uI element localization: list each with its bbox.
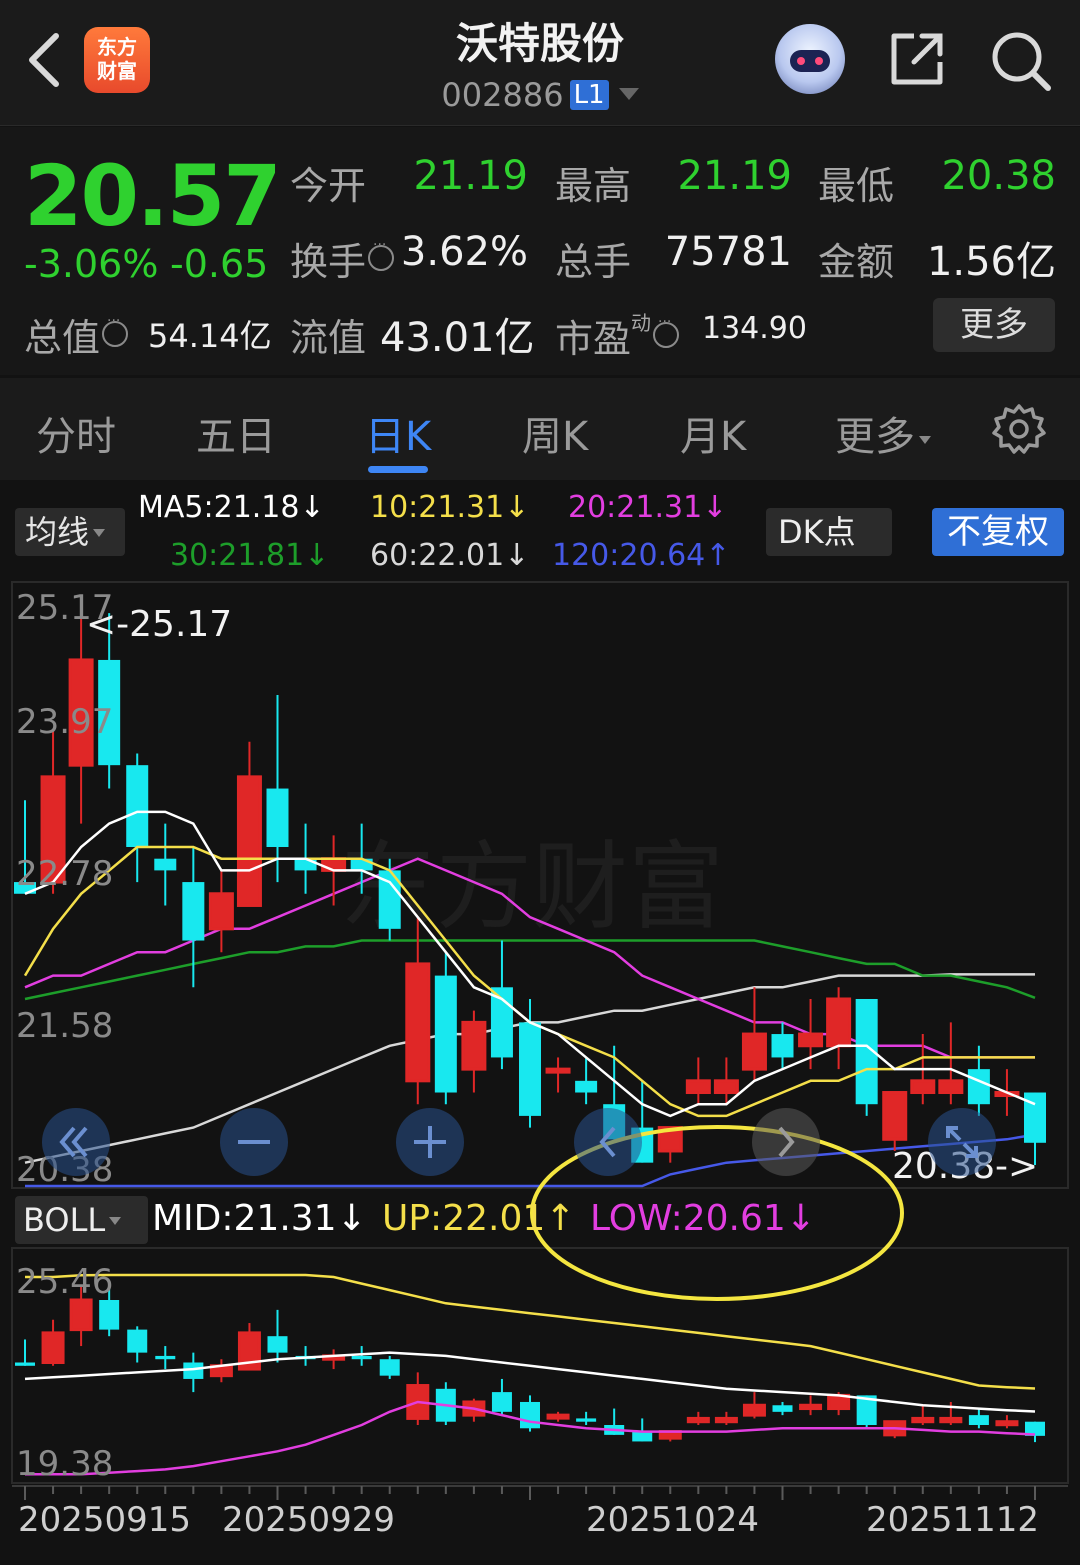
candle-body bbox=[350, 858, 373, 871]
candle-body bbox=[321, 857, 347, 872]
candle-body bbox=[126, 765, 149, 848]
candle-body bbox=[208, 892, 234, 931]
chevron-right-icon bbox=[778, 1126, 795, 1158]
sub-y-label: 19.38 bbox=[16, 1444, 114, 1484]
candle-body bbox=[236, 775, 262, 907]
sub-y-label: 25.46 bbox=[16, 1262, 114, 1302]
candle-body bbox=[351, 1355, 372, 1360]
chevron-left-icon bbox=[599, 1126, 616, 1158]
minus-icon bbox=[238, 1140, 270, 1144]
candle-body bbox=[575, 1080, 598, 1093]
candle-body bbox=[379, 1359, 400, 1376]
candle-body bbox=[826, 997, 852, 1048]
candle-body bbox=[742, 1403, 766, 1417]
candle-body bbox=[69, 1298, 93, 1332]
chevron-down-icon bbox=[109, 1217, 122, 1225]
candle-body bbox=[434, 975, 457, 1093]
candle-body bbox=[995, 1420, 1019, 1427]
candle-body bbox=[127, 1329, 148, 1353]
kline-chart[interactable]: 东方财富 bbox=[0, 0, 1080, 1565]
candle-body bbox=[772, 1405, 793, 1412]
candle-body bbox=[938, 1079, 964, 1095]
y-label: 22.78 bbox=[16, 854, 114, 894]
prev-button[interactable] bbox=[574, 1108, 642, 1176]
x-label: 20251112 bbox=[866, 1500, 1040, 1540]
candle-body bbox=[771, 1034, 794, 1058]
candle-body bbox=[799, 1403, 823, 1411]
candle-body bbox=[713, 1079, 739, 1095]
candle-body bbox=[405, 962, 431, 1083]
candle-body bbox=[939, 1416, 963, 1424]
candle-body bbox=[520, 1401, 540, 1429]
zoom-out-button[interactable] bbox=[220, 1108, 288, 1176]
candle-body bbox=[910, 1079, 936, 1095]
boll-up-line bbox=[25, 1273, 1036, 1390]
boll-low-value: LOW:20.61↓ bbox=[590, 1198, 816, 1239]
x-label: 20251024 bbox=[586, 1500, 760, 1540]
fullscreen-button[interactable] bbox=[928, 1108, 996, 1176]
candle-body bbox=[686, 1416, 710, 1424]
x-label: 20250915 bbox=[18, 1500, 192, 1540]
plus-icon bbox=[414, 1126, 446, 1158]
candle-body bbox=[546, 1413, 570, 1420]
boll-selector-label: BOLL bbox=[23, 1201, 106, 1239]
ma30-line bbox=[24, 939, 1036, 1001]
boll-mid-value: MID:21.31↓ bbox=[152, 1198, 367, 1239]
candle-body bbox=[41, 1331, 65, 1365]
expand-icon bbox=[946, 1126, 978, 1158]
candle-body bbox=[968, 1415, 989, 1425]
candle-body bbox=[911, 1416, 935, 1424]
candle-body bbox=[519, 1022, 541, 1116]
candle-body bbox=[266, 788, 289, 848]
double-chevron-left-icon bbox=[59, 1126, 88, 1158]
candle-body bbox=[267, 1336, 288, 1353]
x-label: 20250929 bbox=[222, 1500, 396, 1540]
candle-body bbox=[545, 1067, 571, 1074]
boll-selector-button[interactable]: BOLL bbox=[15, 1196, 148, 1244]
candle-body bbox=[461, 1020, 487, 1071]
zoom-in-button[interactable] bbox=[396, 1108, 464, 1176]
max-price-marker: <-25.17 bbox=[86, 604, 233, 645]
candle-body bbox=[294, 858, 317, 871]
next-button[interactable] bbox=[752, 1108, 820, 1176]
candle-body bbox=[741, 1032, 767, 1071]
candle-body bbox=[15, 1362, 35, 1366]
y-label: 21.58 bbox=[16, 1006, 114, 1046]
scroll-left-button[interactable] bbox=[42, 1108, 110, 1176]
candle-body bbox=[182, 882, 205, 941]
y-label: 23.97 bbox=[16, 702, 114, 742]
candle-body bbox=[155, 1355, 176, 1360]
candle-body bbox=[99, 1300, 120, 1330]
boll-up-value: UP:22.01↑ bbox=[382, 1198, 576, 1239]
candle-body bbox=[798, 1032, 824, 1048]
candle-body bbox=[967, 1069, 990, 1105]
candle-body bbox=[685, 1079, 711, 1095]
candle-body bbox=[576, 1418, 597, 1422]
candle-body bbox=[154, 858, 177, 871]
candle-body bbox=[491, 1392, 512, 1412]
candle-body bbox=[714, 1416, 738, 1424]
candle-body bbox=[882, 1091, 908, 1141]
candle-body bbox=[632, 1431, 653, 1442]
